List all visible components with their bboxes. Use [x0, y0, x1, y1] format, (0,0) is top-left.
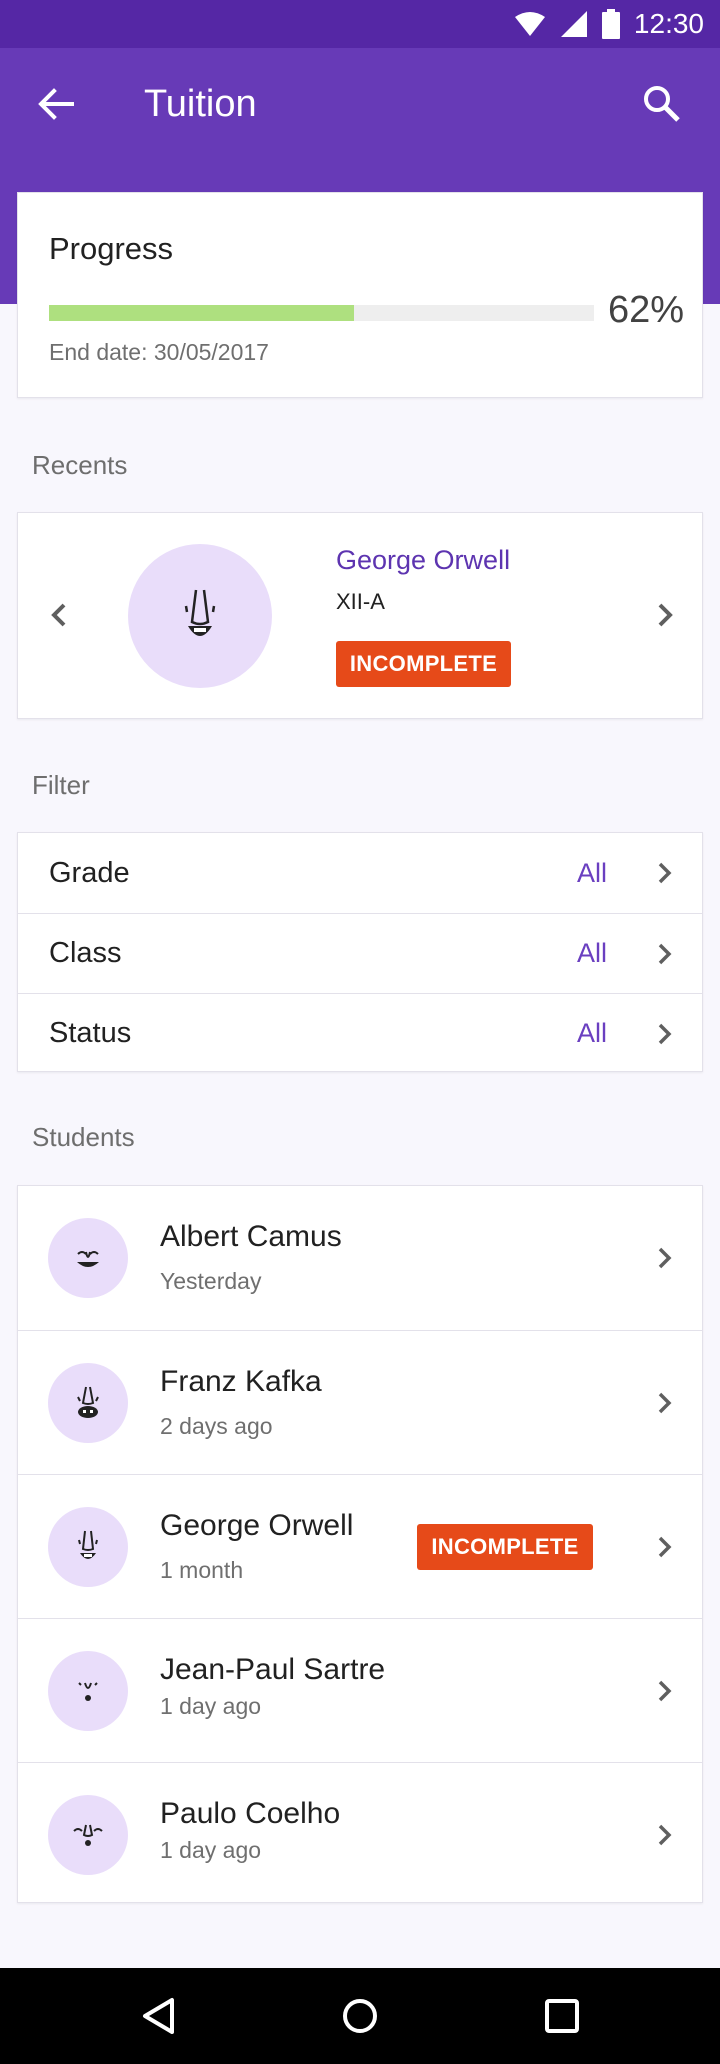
face-icon: [77, 1386, 99, 1418]
list-item[interactable]: Jean-Paul Sartre 1 day ago: [18, 1618, 702, 1762]
status-time: 12:30: [633, 8, 704, 39]
chevron-right-icon: [658, 1824, 672, 1846]
recents-square-icon[interactable]: [542, 1996, 582, 2036]
filter-row-status[interactable]: Status All: [18, 993, 702, 1073]
progress-percent: 62%: [608, 289, 685, 331]
students-list: Albert Camus Yesterday Franz Kafka 2 day…: [17, 1185, 703, 1903]
filter-value: All: [577, 938, 608, 968]
status-bar: 12:30: [0, 0, 720, 48]
filter-label: Status: [49, 1017, 132, 1049]
face-icon: [73, 1824, 103, 1846]
avatar: [128, 544, 272, 688]
filter-value: All: [577, 1018, 608, 1048]
avatar: [48, 1795, 128, 1875]
progress-card: Progress 62% End date: 30/05/2017: [17, 192, 703, 398]
filter-label: Grade: [49, 856, 130, 889]
student-last-seen: 1 month: [160, 1557, 244, 1583]
student-last-seen: 1 day ago: [160, 1837, 262, 1863]
filter-row-grade[interactable]: Grade All: [18, 833, 702, 913]
student-last-seen: 2 days ago: [160, 1413, 273, 1439]
progress-bar: [49, 305, 594, 321]
face-icon: [77, 1251, 99, 1267]
chevron-right-icon[interactable]: [646, 597, 682, 633]
chevron-right-icon: [658, 1247, 672, 1269]
avatar: [48, 1507, 128, 1587]
student-last-seen: Yesterday: [160, 1268, 262, 1294]
status-badge: INCOMPLETE: [336, 641, 511, 687]
chevron-right-icon: [658, 943, 672, 965]
back-arrow-icon[interactable]: [34, 82, 78, 126]
recent-student-grade: XII-A: [336, 589, 385, 614]
status-badge: INCOMPLETE: [417, 1524, 593, 1570]
filter-card: Grade All Class All Status All: [17, 832, 703, 1072]
filter-row-class[interactable]: Class All: [18, 913, 702, 993]
list-item[interactable]: Paulo Coelho 1 day ago: [18, 1762, 702, 1906]
recent-student-name[interactable]: George Orwell: [336, 545, 510, 576]
chevron-right-icon: [658, 1023, 672, 1045]
chevron-right-icon: [658, 1536, 672, 1558]
home-circle-icon[interactable]: [340, 1996, 380, 2036]
recents-card[interactable]: George Orwell XII-A INCOMPLETE: [17, 512, 703, 719]
face-icon: [78, 1530, 98, 1559]
student-name: Albert Camus: [160, 1220, 342, 1253]
list-item[interactable]: Albert Camus Yesterday: [18, 1186, 702, 1330]
chevron-left-icon[interactable]: [42, 597, 78, 633]
avatar: [48, 1651, 128, 1731]
recents-section-title: Recents: [32, 450, 128, 480]
student-name: Jean-Paul Sartre: [160, 1653, 386, 1686]
avatar: [48, 1218, 128, 1298]
system-nav-bar: [0, 1968, 720, 2064]
filter-section-title: Filter: [32, 770, 90, 800]
page-title: Tuition: [144, 83, 257, 125]
search-icon[interactable]: [640, 82, 684, 126]
progress-label: Progress: [49, 231, 174, 266]
progress-end-date: End date: 30/05/2017: [49, 339, 269, 365]
list-item[interactable]: George Orwell 1 month INCOMPLETE: [18, 1474, 702, 1618]
chevron-right-icon: [658, 1680, 672, 1702]
student-name: George Orwell: [160, 1509, 354, 1542]
list-item[interactable]: Franz Kafka 2 days ago: [18, 1330, 702, 1474]
student-name: Paulo Coelho: [160, 1797, 341, 1830]
chevron-right-icon: [658, 1392, 672, 1414]
wifi-icon: [514, 12, 545, 36]
back-triangle-icon[interactable]: [140, 1996, 180, 2036]
battery-icon: [601, 9, 620, 39]
face-icon: [78, 1682, 98, 1701]
filter-label: Class: [49, 937, 122, 969]
chevron-right-icon: [658, 862, 672, 884]
avatar: [48, 1363, 128, 1443]
face-icon: [184, 589, 216, 636]
student-name: Franz Kafka: [160, 1365, 322, 1398]
progress-bar-fill: [49, 305, 355, 321]
student-last-seen: 1 day ago: [160, 1693, 262, 1719]
students-section-title: Students: [32, 1122, 135, 1152]
signal-icon: [560, 11, 587, 37]
filter-value: All: [577, 857, 608, 888]
